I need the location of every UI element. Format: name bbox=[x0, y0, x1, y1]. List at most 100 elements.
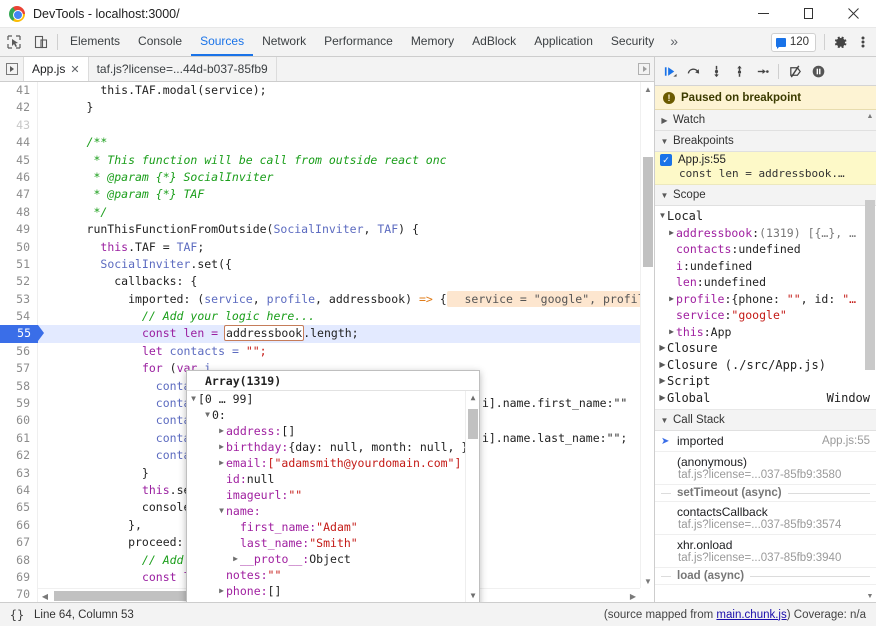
line-number[interactable]: 45 bbox=[0, 151, 38, 169]
call-stack-frame[interactable]: ➤ imported App.js:55 bbox=[655, 431, 876, 452]
tab-elements[interactable]: Elements bbox=[61, 28, 129, 56]
code-line[interactable]: 53 imported: (service, profile, addressb… bbox=[0, 290, 654, 309]
gear-icon[interactable] bbox=[828, 35, 852, 50]
chevron-right-icon[interactable]: ▶ bbox=[667, 225, 676, 242]
pretty-print-icon[interactable]: {} bbox=[0, 608, 34, 622]
scrollbar-thumb[interactable] bbox=[643, 157, 653, 267]
code-line[interactable]: 50 this.TAF = TAF; bbox=[0, 238, 654, 256]
tab-performance[interactable]: Performance bbox=[315, 28, 402, 56]
scope-group-header[interactable]: ▶ Global Window bbox=[655, 390, 876, 407]
breakpoint-checkbox[interactable]: ✓ bbox=[660, 154, 672, 166]
code-line[interactable]: 41 this.TAF.modal(service); bbox=[0, 82, 654, 100]
chevron-right-icon[interactable]: ▶ bbox=[667, 291, 676, 308]
tab-memory[interactable]: Memory bbox=[402, 28, 463, 56]
deactivate-breakpoints-icon[interactable] bbox=[784, 60, 806, 82]
scroll-down-icon[interactable]: ▼ bbox=[466, 589, 479, 602]
line-number[interactable]: 52 bbox=[0, 273, 38, 291]
line-number[interactable]: 46 bbox=[0, 168, 38, 187]
line-number[interactable]: 65 bbox=[0, 499, 38, 517]
popover-row[interactable]: 0: bbox=[187, 407, 465, 423]
code-line[interactable]: 47 * @param {*} TAF bbox=[0, 186, 654, 204]
scroll-left-icon[interactable]: ◀ bbox=[38, 589, 52, 602]
code-line[interactable]: 46 * @param {*} SocialInviter bbox=[0, 168, 654, 187]
chevron-down-icon[interactable] bbox=[217, 503, 226, 519]
panel-navigator-icon[interactable] bbox=[0, 57, 24, 81]
line-number[interactable]: 70 bbox=[0, 586, 38, 602]
popover-row[interactable]: phone: [] bbox=[187, 583, 465, 599]
line-number[interactable]: 69 bbox=[0, 568, 38, 587]
kebab-menu-icon[interactable] bbox=[852, 35, 874, 49]
call-stack-frame[interactable]: contactsCallback taf.js?license=...037-85… bbox=[655, 502, 876, 535]
tab-network[interactable]: Network bbox=[253, 28, 315, 56]
popover-row[interactable]: imageurl: "" bbox=[187, 487, 465, 503]
editor-vertical-scrollbar[interactable]: ▲ ▼ bbox=[640, 82, 654, 588]
watch-section-header[interactable]: ▶ Watch bbox=[655, 110, 876, 131]
step-over-icon[interactable] bbox=[682, 60, 704, 82]
popover-row[interactable]: name: bbox=[187, 503, 465, 519]
code-line[interactable]: 48 */ bbox=[0, 203, 654, 222]
tab-sources[interactable]: Sources bbox=[191, 28, 254, 56]
code-line[interactable]: 51 SocialInviter.set({ bbox=[0, 255, 654, 274]
chevron-down-icon[interactable]: ▼ bbox=[658, 208, 667, 225]
device-toolbar-icon[interactable] bbox=[27, 28, 54, 56]
line-number[interactable]: 66 bbox=[0, 516, 38, 535]
popover-row[interactable]: [0 … 99] bbox=[187, 391, 465, 407]
line-number[interactable]: 58 bbox=[0, 377, 38, 396]
line-number[interactable]: 42 bbox=[0, 99, 38, 117]
call-stack-frame[interactable]: (anonymous) taf.js?license=...037-85fb9:3… bbox=[655, 452, 876, 485]
popover-row[interactable]: last_name: "Smith" bbox=[187, 535, 465, 551]
scope-property-row[interactable]: ▶ this: App bbox=[655, 324, 876, 341]
code-line[interactable]: 42 } bbox=[0, 99, 654, 117]
code-line[interactable]: 54 // Add your logic here... bbox=[0, 308, 654, 326]
chevron-right-icon[interactable] bbox=[217, 439, 226, 455]
code-line[interactable]: 49 runThisFunctionFromOutside(SocialInvi… bbox=[0, 221, 654, 239]
scope-section-header[interactable]: ▼ Scope bbox=[655, 185, 876, 206]
line-number[interactable]: 53 bbox=[0, 290, 38, 309]
step-into-icon[interactable] bbox=[705, 60, 727, 82]
line-number[interactable]: 68 bbox=[0, 551, 38, 569]
line-number[interactable]: 60 bbox=[0, 412, 38, 430]
scope-group-header[interactable]: ▶ Closure (./src/App.js) bbox=[655, 357, 876, 374]
code-line[interactable]: 56 let contacts = ""; bbox=[0, 342, 654, 361]
step-out-icon[interactable] bbox=[728, 60, 750, 82]
popover-row[interactable]: __proto__: Object bbox=[187, 551, 465, 567]
tab-security[interactable]: Security bbox=[602, 28, 663, 56]
code-line[interactable]: 44 /** bbox=[0, 134, 654, 152]
close-icon[interactable] bbox=[831, 0, 876, 28]
more-panels-button[interactable]: » bbox=[663, 28, 685, 56]
chevron-right-icon[interactable] bbox=[217, 423, 226, 439]
code-editor[interactable]: 41 this.TAF.modal(service); 42 } 43 44 /** 4… bbox=[0, 82, 654, 602]
line-number[interactable]: 49 bbox=[0, 221, 38, 239]
tab-application[interactable]: Application bbox=[525, 28, 602, 56]
scroll-up-icon[interactable]: ▲ bbox=[864, 110, 876, 122]
line-number[interactable]: 57 bbox=[0, 360, 38, 378]
chevron-right-icon[interactable] bbox=[217, 455, 226, 471]
scrollbar-thumb[interactable] bbox=[865, 200, 875, 370]
sidebar-scrollbar[interactable]: ▲ ▼ bbox=[864, 110, 876, 602]
chevron-right-icon[interactable] bbox=[217, 583, 226, 599]
line-number[interactable]: 67 bbox=[0, 534, 38, 552]
chevron-right-icon[interactable]: ▶ bbox=[658, 357, 667, 374]
chevron-right-icon[interactable] bbox=[231, 551, 240, 567]
line-number[interactable]: 41 bbox=[0, 82, 38, 100]
code-line[interactable]: 52 callbacks: { bbox=[0, 273, 654, 291]
line-number[interactable]: 47 bbox=[0, 186, 38, 204]
breakpoint-item[interactable]: ✓ App.js:55 const len = addressbook.… bbox=[655, 152, 876, 185]
scroll-right-icon[interactable]: ▶ bbox=[626, 589, 640, 602]
chevron-down-icon[interactable] bbox=[203, 407, 212, 423]
maximize-icon[interactable] bbox=[786, 0, 831, 28]
pause-on-exceptions-icon[interactable] bbox=[807, 60, 829, 82]
scope-property-row[interactable]: i: undefined bbox=[655, 258, 876, 275]
tab-adblock[interactable]: AdBlock bbox=[463, 28, 525, 56]
popover-row[interactable]: notes: "" bbox=[187, 567, 465, 583]
popover-row[interactable]: address: [] bbox=[187, 423, 465, 439]
line-number[interactable]: 59 bbox=[0, 395, 38, 413]
line-number[interactable]: 61 bbox=[0, 429, 38, 448]
line-number[interactable]: 43 bbox=[0, 116, 38, 135]
scroll-down-icon[interactable]: ▼ bbox=[641, 574, 654, 588]
issues-badge[interactable]: 120 bbox=[770, 32, 816, 52]
code-line[interactable]: 43 bbox=[0, 116, 654, 135]
line-number[interactable]: 62 bbox=[0, 447, 38, 465]
call-stack-frame[interactable]: xhr.onload taf.js?license=...037-85fb9:39… bbox=[655, 535, 876, 568]
line-number[interactable]: 55 bbox=[0, 325, 44, 343]
